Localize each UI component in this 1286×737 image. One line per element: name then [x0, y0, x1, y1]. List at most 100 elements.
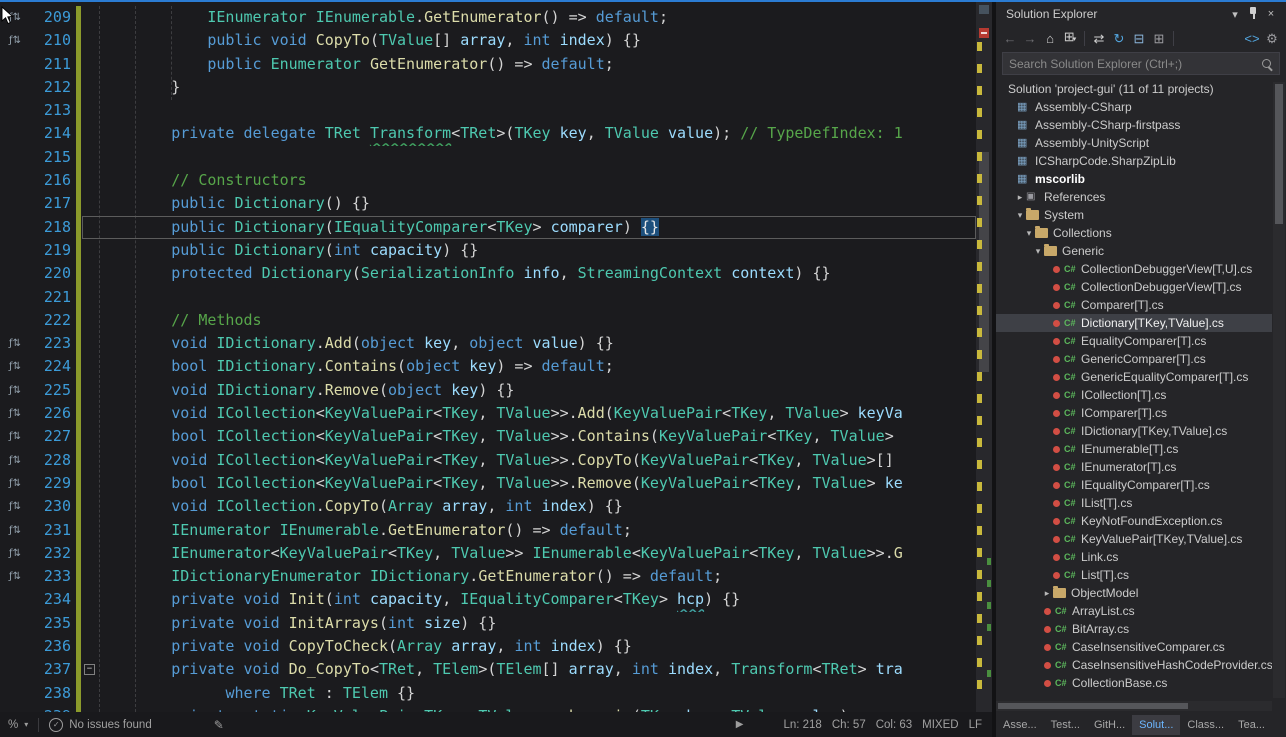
code-line[interactable]: 213: [0, 99, 976, 122]
reference-indicator-icon[interactable]: ƒ⇅: [0, 332, 30, 355]
reference-indicator-icon[interactable]: ƒ⇅: [0, 6, 30, 29]
panel-splitter[interactable]: [992, 2, 996, 737]
close-icon[interactable]: ×: [1262, 8, 1280, 20]
window-position-icon[interactable]: ▾: [1226, 8, 1244, 21]
tree-item[interactable]: ▦mscorlib: [996, 170, 1272, 188]
sync-with-active-document-icon[interactable]: ⇄: [1089, 29, 1109, 49]
scrollbar-thumb[interactable]: [1275, 84, 1283, 224]
pin-icon[interactable]: [1244, 6, 1262, 23]
issues-label[interactable]: No issues found: [69, 719, 151, 731]
code-line[interactable]: 234 private void Init(int capacity, IEqu…: [0, 588, 976, 611]
code-line[interactable]: 239 private static KeyValuePair<TKey, TV…: [0, 705, 976, 712]
panel-tab[interactable]: Class...: [1180, 715, 1231, 735]
chevron-expanded-icon[interactable]: ▾: [1023, 224, 1035, 242]
encoding-indicator[interactable]: MIXED: [922, 719, 958, 731]
run-icon[interactable]: ▶: [736, 719, 744, 730]
tree-item[interactable]: ▦Assembly-CSharp-firstpass: [996, 116, 1272, 134]
panel-tab[interactable]: Solut...: [1132, 715, 1180, 735]
code-area[interactable]: ƒ⇅209 IEnumerator IEnumerable.GetEnumera…: [0, 2, 976, 712]
tree-item[interactable]: C#IList[T].cs: [996, 494, 1272, 512]
tree-item[interactable]: C#CaseInsensitiveHashCodeProvider.cs: [996, 656, 1272, 674]
tree-item[interactable]: C#KeyNotFoundException.cs: [996, 512, 1272, 530]
tree-vertical-scrollbar[interactable]: [1273, 82, 1285, 698]
back-icon[interactable]: ←: [1000, 29, 1020, 49]
code-line[interactable]: 215: [0, 146, 976, 169]
code-line[interactable]: 214 private delegate TRet Transform<TRet…: [0, 122, 976, 145]
chevron-collapsed-icon[interactable]: ▸: [1041, 584, 1053, 602]
editor-pane[interactable]: ƒ⇅209 IEnumerator IEnumerable.GetEnumera…: [0, 2, 992, 712]
code-line[interactable]: ƒ⇅230 void ICollection.CopyTo(Array arra…: [0, 495, 976, 518]
tree-item[interactable]: C#BitArray.cs: [996, 620, 1272, 638]
code-line[interactable]: 218 public Dictionary(IEqualityComparer<…: [0, 216, 976, 239]
reference-indicator-icon[interactable]: ƒ⇅: [0, 449, 30, 472]
tree-item[interactable]: C#GenericComparer[T].cs: [996, 350, 1272, 368]
panel-tab[interactable]: GitH...: [1087, 715, 1132, 735]
code-line[interactable]: ƒ⇅228 void ICollection<KeyValuePair<TKey…: [0, 449, 976, 472]
view-code-icon[interactable]: <>: [1242, 29, 1262, 49]
code-line[interactable]: 222 // Methods: [0, 309, 976, 332]
chevron-expanded-icon[interactable]: ▾: [1014, 206, 1026, 224]
scrollbar-thumb[interactable]: [998, 703, 1188, 709]
reference-indicator-icon[interactable]: ƒ⇅: [0, 425, 30, 448]
tree-item[interactable]: C#GenericEqualityComparer[T].cs: [996, 368, 1272, 386]
code-line[interactable]: 212 }: [0, 76, 976, 99]
chevron-collapsed-icon[interactable]: ▸: [1014, 188, 1026, 206]
edit-status-icon[interactable]: ✎: [214, 718, 224, 732]
code-line[interactable]: ƒ⇅231 IEnumerator IEnumerable.GetEnumera…: [0, 519, 976, 542]
tree-item[interactable]: ▦Assembly-CSharp: [996, 98, 1272, 116]
panel-tab[interactable]: Tea...: [1231, 715, 1272, 735]
zoom-caret-icon[interactable]: ▾: [24, 720, 28, 729]
switch-views-icon[interactable]: ⊞▾: [1060, 27, 1080, 50]
tree-item[interactable]: C#IComparer[T].cs: [996, 404, 1272, 422]
code-line[interactable]: 211 public Enumerator GetEnumerator() =>…: [0, 53, 976, 76]
fold-collapse-button[interactable]: −: [84, 664, 95, 675]
chevron-expanded-icon[interactable]: ▾: [1032, 242, 1044, 260]
forward-icon[interactable]: →: [1020, 29, 1040, 49]
tree-item[interactable]: C#CaseInsensitiveComparer.cs: [996, 638, 1272, 656]
tree-item[interactable]: C#IDictionary[TKey,TValue].cs: [996, 422, 1272, 440]
reference-indicator-icon[interactable]: ƒ⇅: [0, 379, 30, 402]
tree-item[interactable]: ▾Collections: [996, 224, 1272, 242]
code-line[interactable]: 235 private void InitArrays(int size) {}: [0, 612, 976, 635]
reference-indicator-icon[interactable]: ƒ⇅: [0, 355, 30, 378]
code-line[interactable]: 238 where TRet : TElem {}: [0, 682, 976, 705]
code-line[interactable]: ƒ⇅223 void IDictionary.Add(object key, o…: [0, 332, 976, 355]
tree-item[interactable]: ▸▣References: [996, 188, 1272, 206]
reference-indicator-icon[interactable]: ƒ⇅: [0, 542, 30, 565]
tree-item[interactable]: C#IEnumerator[T].cs: [996, 458, 1272, 476]
code-line[interactable]: ƒ⇅226 void ICollection<KeyValuePair<TKey…: [0, 402, 976, 425]
tree-item[interactable]: ▦Assembly-UnityScript: [996, 134, 1272, 152]
collapse-all-icon[interactable]: ⊟: [1129, 29, 1149, 49]
tree-item[interactable]: ▾Generic: [996, 242, 1272, 260]
search-input[interactable]: Search Solution Explorer (Ctrl+;): [1002, 52, 1280, 75]
tree-item[interactable]: C#ICollection[T].cs: [996, 386, 1272, 404]
reference-indicator-icon[interactable]: ƒ⇅: [0, 402, 30, 425]
reference-indicator-icon[interactable]: ƒ⇅: [0, 519, 30, 542]
tree-item[interactable]: C#CollectionBase.cs: [996, 674, 1272, 692]
properties-icon[interactable]: ⚙: [1262, 29, 1282, 49]
column-indicator[interactable]: Col: 63: [876, 719, 912, 731]
reference-indicator-icon[interactable]: ƒ⇅: [0, 29, 30, 52]
home-icon[interactable]: ⌂: [1040, 29, 1060, 49]
code-line[interactable]: ƒ⇅227 bool ICollection<KeyValuePair<TKey…: [0, 425, 976, 448]
code-line[interactable]: ƒ⇅232 IEnumerator<KeyValuePair<TKey, TVa…: [0, 542, 976, 565]
tree-item[interactable]: C#IEnumerable[T].cs: [996, 440, 1272, 458]
tree-item[interactable]: ▸ObjectModel: [996, 584, 1272, 602]
code-line[interactable]: 221: [0, 286, 976, 309]
code-line[interactable]: 220 protected Dictionary(SerializationIn…: [0, 262, 976, 285]
tree-item[interactable]: C#ArrayList.cs: [996, 602, 1272, 620]
eol-indicator[interactable]: LF: [969, 719, 982, 731]
show-all-files-icon[interactable]: ⊞: [1149, 29, 1169, 49]
code-line[interactable]: ƒ⇅224 bool IDictionary.Contains(object k…: [0, 355, 976, 378]
code-line[interactable]: ƒ⇅229 bool ICollection<KeyValuePair<TKey…: [0, 472, 976, 495]
editor-vertical-scrollbar[interactable]: [976, 2, 992, 712]
panel-tab[interactable]: Test...: [1044, 715, 1087, 735]
reference-indicator-icon[interactable]: ƒ⇅: [0, 472, 30, 495]
tree-item[interactable]: C#Comparer[T].cs: [996, 296, 1272, 314]
code-line[interactable]: ƒ⇅225 void IDictionary.Remove(object key…: [0, 379, 976, 402]
zoom-label[interactable]: %: [8, 719, 18, 731]
refresh-icon[interactable]: ↻: [1109, 29, 1129, 49]
code-line[interactable]: ƒ⇅209 IEnumerator IEnumerable.GetEnumera…: [0, 6, 976, 29]
code-line[interactable]: ƒ⇅233 IDictionaryEnumerator IDictionary.…: [0, 565, 976, 588]
tree-item[interactable]: C#Dictionary[TKey,TValue].cs: [996, 314, 1272, 332]
